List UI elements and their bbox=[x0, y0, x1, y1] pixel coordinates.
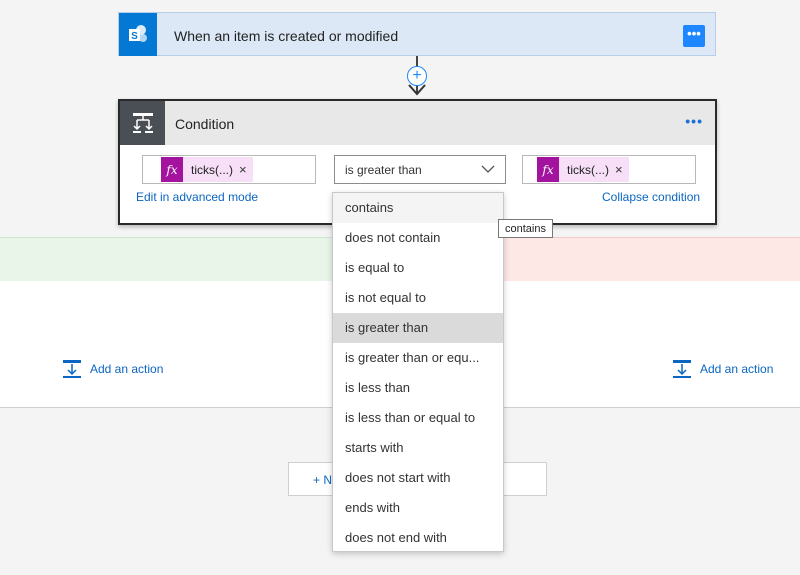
dropdown-option[interactable]: ends with bbox=[333, 493, 503, 523]
fx-icon: fx bbox=[161, 157, 183, 182]
dropdown-option[interactable]: does not start with bbox=[333, 463, 503, 493]
dropdown-option[interactable]: is not equal to bbox=[333, 283, 503, 313]
condition-icon bbox=[120, 101, 165, 145]
sharepoint-icon: S bbox=[119, 13, 157, 56]
yes-branch-header bbox=[0, 237, 336, 282]
dropdown-option[interactable]: is greater than or equ... bbox=[333, 343, 503, 373]
token-label: ticks(...) bbox=[191, 162, 233, 177]
add-action-icon bbox=[673, 360, 691, 378]
insert-step-button[interactable]: + bbox=[407, 66, 427, 86]
fx-icon: fx bbox=[537, 157, 559, 182]
remove-token-icon[interactable]: × bbox=[615, 162, 629, 177]
add-action-label: Add an action bbox=[700, 362, 774, 376]
right-expression-token[interactable]: fx ticks(...) × bbox=[537, 157, 629, 182]
dropdown-option[interactable]: contains bbox=[333, 193, 503, 223]
condition-more-button[interactable]: ••• bbox=[685, 113, 703, 129]
dropdown-option[interactable]: is equal to bbox=[333, 253, 503, 283]
token-label: ticks(...) bbox=[567, 162, 609, 177]
condition-title: Condition bbox=[175, 116, 235, 132]
left-operand-field[interactable]: fx ticks(...) × bbox=[142, 155, 316, 184]
svg-text:S: S bbox=[131, 31, 138, 42]
trigger-card[interactable]: S When an item is created or modified ••… bbox=[118, 12, 716, 56]
collapse-condition-link[interactable]: Collapse condition bbox=[602, 190, 700, 204]
dropdown-option[interactable]: does not contain bbox=[333, 223, 503, 253]
dropdown-option[interactable]: is less than or equal to bbox=[333, 403, 503, 433]
add-action-yes-button[interactable]: Add an action bbox=[62, 359, 163, 379]
trigger-more-button[interactable]: ••• bbox=[683, 25, 705, 47]
no-branch-header bbox=[503, 237, 800, 282]
chevron-down-icon bbox=[481, 165, 495, 173]
dropdown-option[interactable]: is greater than bbox=[333, 313, 503, 343]
condition-header[interactable]: Condition ••• bbox=[120, 101, 715, 145]
dropdown-option[interactable]: starts with bbox=[333, 433, 503, 463]
trigger-title: When an item is created or modified bbox=[174, 28, 399, 44]
operator-dropdown: contains does not contain is equal to is no… bbox=[332, 192, 504, 552]
add-action-label: Add an action bbox=[90, 362, 164, 376]
new-step-label: + N bbox=[313, 473, 333, 487]
edit-advanced-mode-link[interactable]: Edit in advanced mode bbox=[136, 190, 258, 204]
left-expression-token[interactable]: fx ticks(...) × bbox=[161, 157, 253, 182]
operator-select[interactable]: is greater than bbox=[334, 155, 506, 184]
tooltip: contains bbox=[498, 219, 553, 238]
add-action-no-button[interactable]: Add an action bbox=[672, 359, 773, 379]
arrow-down-icon bbox=[408, 84, 426, 96]
dropdown-option[interactable]: is less than bbox=[333, 373, 503, 403]
operator-value: is greater than bbox=[345, 163, 422, 177]
add-action-icon bbox=[63, 360, 81, 378]
dropdown-option[interactable]: does not end with bbox=[333, 523, 503, 553]
remove-token-icon[interactable]: × bbox=[239, 162, 253, 177]
right-operand-field[interactable]: fx ticks(...) × bbox=[522, 155, 696, 184]
